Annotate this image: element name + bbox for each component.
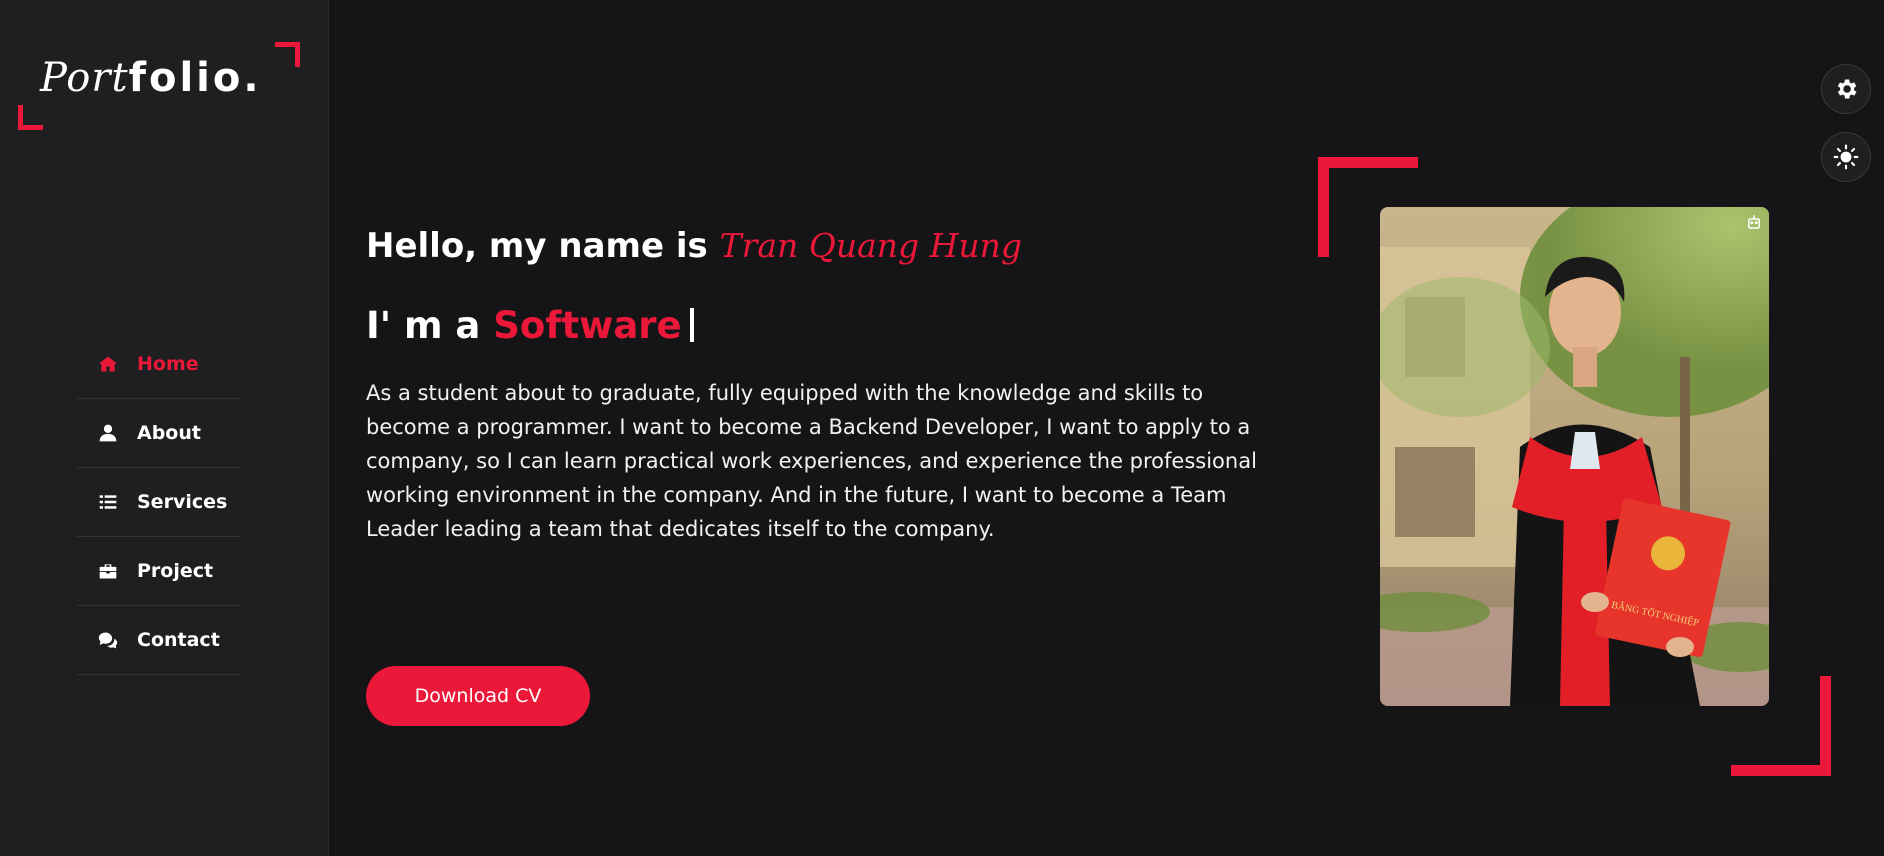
role-highlight: Software	[493, 304, 682, 347]
nav-item-label: Services	[137, 491, 228, 513]
robot-icon	[1745, 213, 1763, 231]
sun-icon	[1833, 144, 1859, 170]
role-prefix: I' m a	[366, 304, 481, 347]
download-cv-button[interactable]: Download CV	[366, 666, 590, 726]
logo-script-text: Port	[40, 55, 129, 101]
nav-item-home[interactable]: Home	[77, 330, 241, 399]
sidebar: Portfolio. Home About Services Project C…	[0, 0, 329, 856]
nav-item-project[interactable]: Project	[77, 537, 241, 606]
nav-menu: Home About Services Project Contact	[77, 330, 241, 675]
nav-item-contact[interactable]: Contact	[77, 606, 241, 675]
briefcase-icon	[97, 560, 119, 582]
profile-photo-illustration: BẰNG TỐT NGHIỆP	[1380, 207, 1769, 706]
about-description: As a student about to graduate, fully eq…	[366, 381, 1257, 541]
role-heading: I' m a Software	[366, 304, 694, 347]
nav-item-label: About	[137, 422, 201, 444]
logo-bold-text: folio.	[128, 55, 262, 101]
comments-icon	[97, 629, 119, 651]
theme-toggle-button[interactable]	[1821, 132, 1871, 182]
logo[interactable]: Portfolio.	[40, 55, 262, 101]
nav-item-label: Home	[137, 353, 199, 375]
nav-item-services[interactable]: Services	[77, 468, 241, 537]
nav-item-about[interactable]: About	[77, 399, 241, 468]
profile-photo: BẰNG TỐT NGHIỆP	[1380, 207, 1769, 706]
nav-item-label: Contact	[137, 629, 220, 651]
page: Portfolio. Home About Services Project C…	[0, 0, 1884, 856]
person-name: Tran Quang Hung	[719, 226, 1023, 265]
logo-corner-top-right	[275, 42, 300, 67]
logo-corner-bottom-left	[18, 105, 43, 130]
gear-icon	[1837, 79, 1857, 99]
typing-cursor	[689, 308, 694, 342]
list-icon	[97, 491, 119, 513]
greeting-prefix: Hello, my name is	[366, 226, 708, 266]
settings-button[interactable]	[1821, 64, 1871, 114]
user-icon	[97, 422, 119, 444]
greeting-heading: Hello, my name is Tran Quang Hung	[366, 226, 1022, 266]
home-icon	[97, 353, 119, 375]
nav-item-label: Project	[137, 560, 214, 582]
